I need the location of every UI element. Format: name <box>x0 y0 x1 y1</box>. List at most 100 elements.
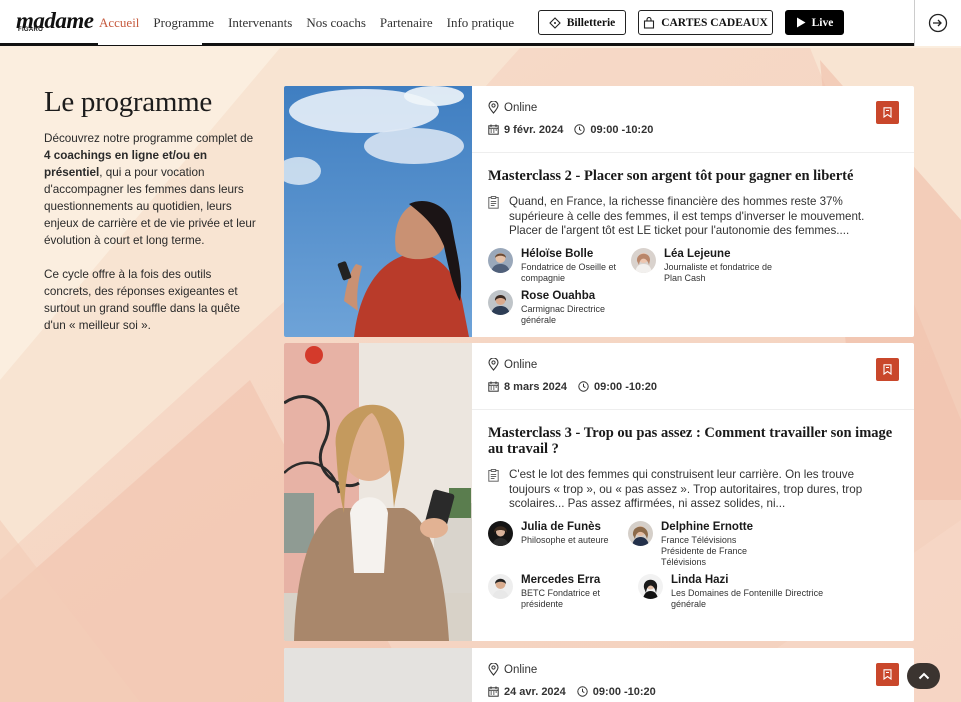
event-card[interactable]: Online 8 mars 2024 09:00 -10:20 Mastercl… <box>284 343 914 641</box>
speaker-item[interactable]: Léa Lejeune Journaliste et fondatrice de … <box>631 247 774 284</box>
bookmark-button[interactable] <box>876 663 899 686</box>
speaker-item[interactable]: Rose Ouahba Carmignac Directrice générale <box>488 289 631 326</box>
speaker-role: Philosophe et auteure <box>521 534 609 545</box>
login-button[interactable] <box>914 0 961 46</box>
clipboard-icon <box>488 469 499 482</box>
speaker-item[interactable]: Héloïse Bolle Fondatrice de Oseille et co… <box>488 247 631 284</box>
calendar-icon <box>488 686 499 697</box>
event-date: 8 mars 2024 <box>504 380 567 393</box>
nav-programme[interactable]: Programme <box>153 15 214 31</box>
avatar <box>488 573 513 599</box>
event-description: C'est le lot des femmes qui construisent… <box>488 468 898 512</box>
nav-intervenants[interactable]: Intervenants <box>228 15 292 31</box>
event-location: Online <box>504 101 538 114</box>
speaker-list: Julia de Funès Philosophe et auteure Delp… <box>488 520 898 616</box>
speaker-item[interactable]: Linda Hazi Les Domaines de Fontenille Dir… <box>638 573 838 610</box>
event-meta: Online 24 avr. 2024 09:00 -10:20 <box>472 648 914 702</box>
event-details: Online 9 févr. 2024 09:00 -10:20 Masterc… <box>472 86 914 337</box>
site-header: madame FIGARO Accueil Programme Interven… <box>0 0 961 46</box>
location-pin-icon <box>488 663 499 676</box>
play-icon <box>796 17 806 28</box>
event-details: Online 8 mars 2024 09:00 -10:20 Mastercl… <box>472 343 914 641</box>
speaker-item[interactable]: Julia de Funès Philosophe et auteure <box>488 520 628 568</box>
speaker-item[interactable]: Mercedes Erra BETC Fondatrice et présiden… <box>488 573 638 610</box>
event-meta: Online 8 mars 2024 09:00 -10:20 <box>472 343 914 410</box>
bookmark-icon <box>883 107 892 118</box>
event-card[interactable]: Online 24 avr. 2024 09:00 -10:20 <box>284 648 914 702</box>
scroll-to-top-button[interactable] <box>907 663 940 689</box>
nav-nos-coachs[interactable]: Nos coachs <box>306 15 366 31</box>
speaker-name: Julia de Funès <box>521 520 601 533</box>
program-intro: Le programme Découvrez notre programme c… <box>44 86 259 334</box>
speaker-role: BETC Fondatrice et présidente <box>521 587 601 609</box>
event-location: Online <box>504 663 538 676</box>
event-content: Masterclass 2 - Placer son argent tôt po… <box>472 153 914 332</box>
datetime-row: 9 févr. 2024 09:00 -10:20 <box>488 122 898 137</box>
avatar <box>488 289 513 315</box>
speaker-role: Carmignac Directrice générale <box>521 303 606 325</box>
speaker-name: Rose Ouahba <box>521 289 596 302</box>
speaker-role: Les Domaines de Fontenille Directrice gé… <box>671 587 824 609</box>
billetterie-label: Billetterie <box>566 16 616 29</box>
location-row: Online <box>488 357 898 372</box>
event-content: Masterclass 3 - Trop ou pas assez : Comm… <box>472 410 914 616</box>
bookmark-button[interactable] <box>876 358 899 381</box>
event-time: 09:00 -10:20 <box>592 685 656 698</box>
avatar <box>488 520 513 546</box>
clock-icon <box>577 686 588 697</box>
speaker-name: Léa Lejeune <box>664 247 731 260</box>
description-text: Quand, en France, la richesse financière… <box>509 195 865 237</box>
nav-partenaire[interactable]: Partenaire <box>380 15 433 31</box>
billetterie-button[interactable]: Billetterie <box>538 10 626 35</box>
event-details: Online 24 avr. 2024 09:00 -10:20 <box>472 648 914 702</box>
live-label: Live <box>811 16 834 29</box>
logo-subtitle: FIGARO <box>18 27 44 33</box>
speaker-name: Mercedes Erra <box>521 573 601 586</box>
nav-accueil[interactable]: Accueil <box>99 15 139 31</box>
clipboard-icon <box>488 196 499 209</box>
location-pin-icon <box>488 101 499 114</box>
gift-cards-button[interactable]: CARTES CADEAUX <box>638 10 773 35</box>
live-button[interactable]: Live <box>785 10 844 35</box>
clock-icon <box>578 381 589 392</box>
speaker-role: Fondatrice de Oseille et compagnie <box>521 261 617 283</box>
avatar <box>628 520 653 546</box>
login-icon <box>928 13 948 33</box>
description-text: C'est le lot des femmes qui construisent… <box>509 468 863 510</box>
event-card[interactable]: Online 9 févr. 2024 09:00 -10:20 Masterc… <box>284 86 914 337</box>
event-description: Quand, en France, la richesse financière… <box>488 195 898 239</box>
event-time: 09:00 -10:20 <box>594 380 657 393</box>
intro-paragraph-1: Découvrez notre programme complet de 4 c… <box>44 130 259 249</box>
bookmark-icon <box>883 364 892 375</box>
event-photo <box>284 343 472 641</box>
intro-text: Découvrez notre programme complet de <box>44 132 254 145</box>
nav-info-pratique[interactable]: Info pratique <box>447 15 515 31</box>
chevron-up-icon <box>918 672 929 680</box>
event-date: 9 févr. 2024 <box>504 123 564 136</box>
page-title: Le programme <box>44 86 212 118</box>
main-nav: Accueil Programme Intervenants Nos coach… <box>99 15 514 31</box>
avatar <box>631 247 656 273</box>
intro-paragraph-2: Ce cycle offre à la fois des outils conc… <box>44 268 241 332</box>
event-title[interactable]: Masterclass 2 - Placer son argent tôt po… <box>488 168 898 184</box>
speaker-role: Journaliste et fondatrice de Plan Cash <box>664 261 773 283</box>
gift-cards-label: CARTES CADEAUX <box>661 16 768 29</box>
speaker-list: Héloïse Bolle Fondatrice de Oseille et co… <box>488 247 898 332</box>
event-time: 09:00 -10:20 <box>590 123 654 136</box>
event-title[interactable]: Masterclass 3 - Trop ou pas assez : Comm… <box>488 425 898 457</box>
speaker-role: France Télévisions Présidente de France … <box>661 534 748 567</box>
speaker-item[interactable]: Delphine Ernotte France Télévisions Prési… <box>628 520 768 568</box>
bookmark-button[interactable] <box>876 101 899 124</box>
speaker-name: Héloïse Bolle <box>521 247 594 260</box>
location-row: Online <box>488 100 898 115</box>
nav-active-indicator <box>98 42 202 45</box>
datetime-row: 24 avr. 2024 09:00 -10:20 <box>488 684 898 699</box>
speaker-name: Linda Hazi <box>671 573 729 586</box>
location-row: Online <box>488 662 898 677</box>
bookmark-icon <box>883 669 892 680</box>
calendar-icon <box>488 124 499 135</box>
calendar-icon <box>488 381 499 392</box>
clock-icon <box>574 124 586 135</box>
avatar <box>488 247 513 273</box>
datetime-row: 8 mars 2024 09:00 -10:20 <box>488 379 898 394</box>
